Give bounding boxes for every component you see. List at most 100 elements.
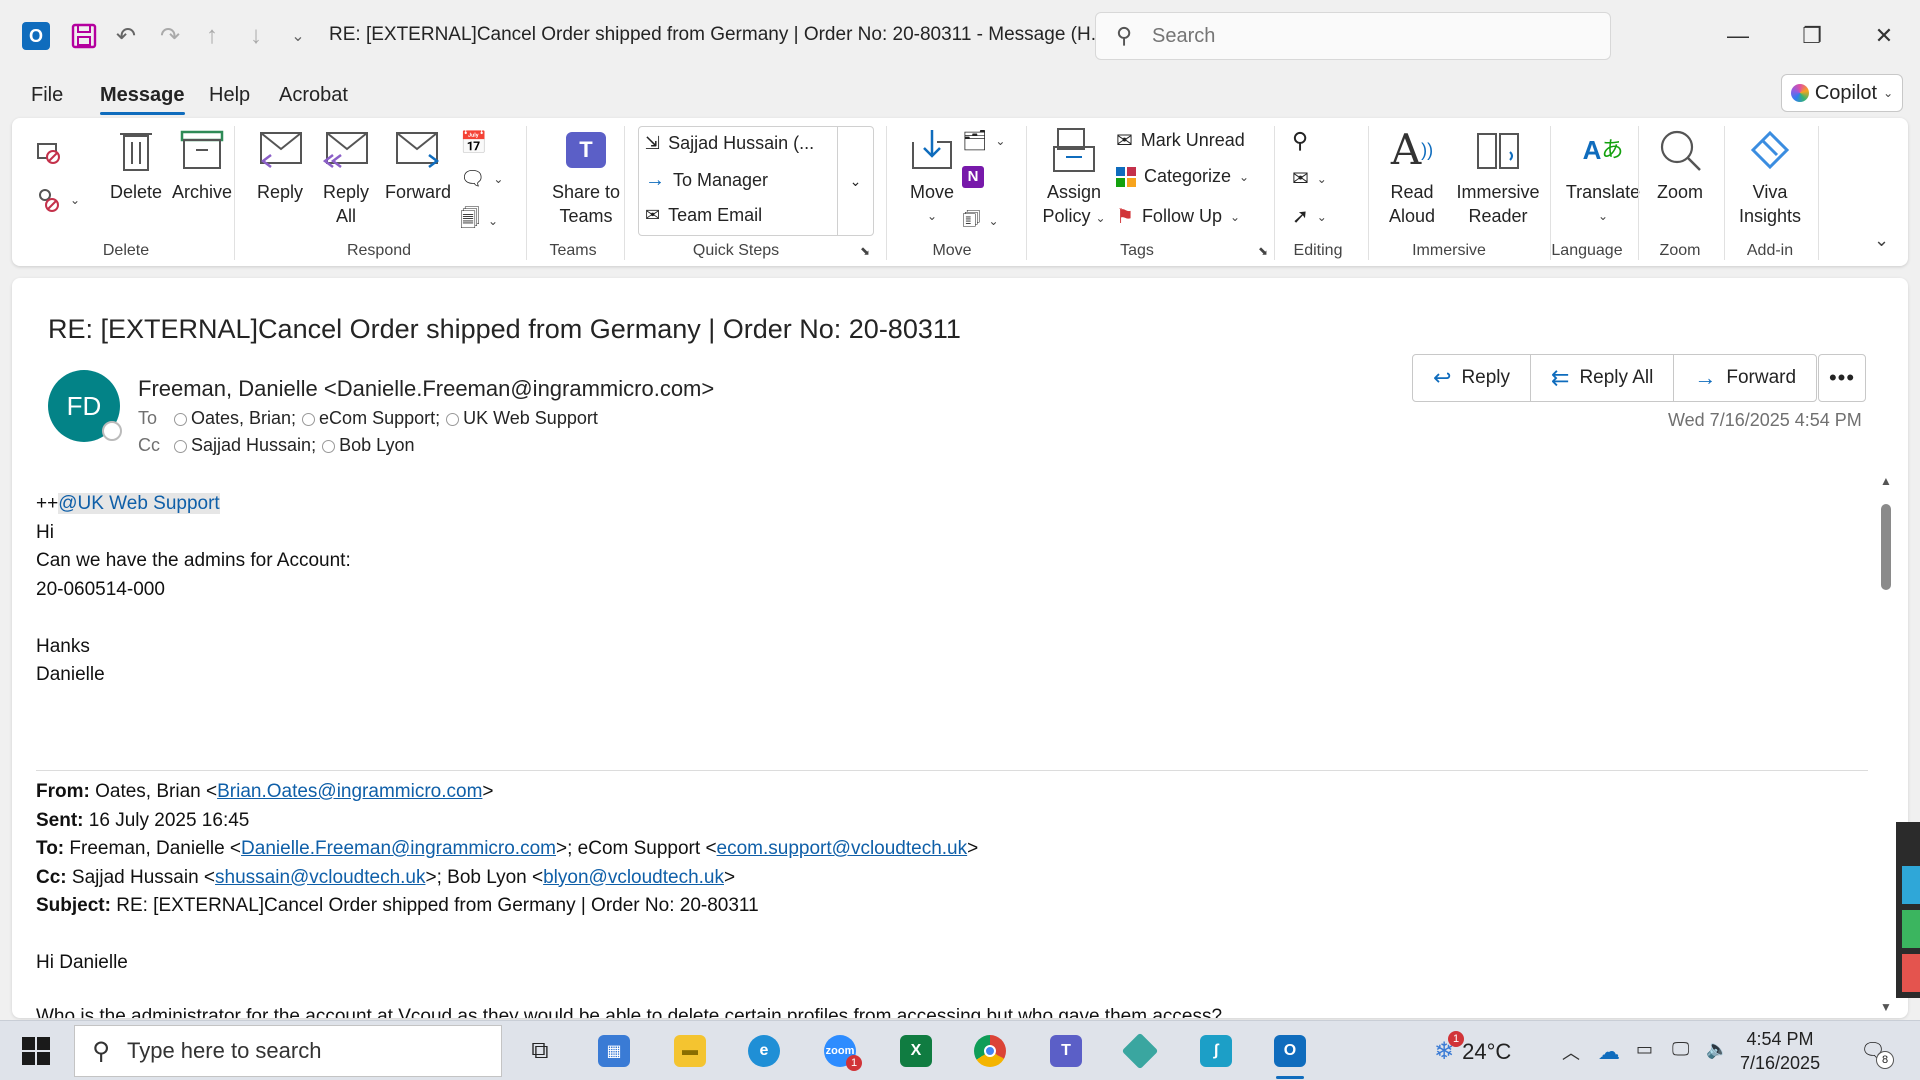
- mark-unread-button[interactable]: ✉ Mark Unread: [1116, 128, 1245, 153]
- share-teams-label-line1: Share to: [551, 182, 621, 202]
- rules-button[interactable]: 🗂 ⌄: [962, 128, 1005, 153]
- zoom-button[interactable]: Zoom: [1644, 126, 1716, 204]
- find-button[interactable]: ⚲: [1292, 128, 1308, 154]
- select-button[interactable]: ➚ ⌄: [1292, 204, 1327, 229]
- quick-step-team-email[interactable]: ✉ Team Email: [645, 205, 762, 226]
- close-button[interactable]: ✕: [1854, 16, 1914, 56]
- mention-tag[interactable]: @UK Web Support: [58, 493, 220, 514]
- notification-center-icon[interactable]: 🗨 8: [1858, 1035, 1894, 1069]
- more-respond-button[interactable]: 🗐 ⌄: [460, 204, 498, 238]
- reply-all-label: Reply All: [1579, 367, 1654, 388]
- dialog-launcher-icon[interactable]: ⬊: [860, 244, 870, 258]
- previous-item-icon[interactable]: ↑: [194, 18, 230, 54]
- block-sender-button[interactable]: ⌄: [34, 186, 80, 214]
- reply-all-button[interactable]: ⇇ Reply All: [1531, 355, 1675, 401]
- onedrive-icon[interactable]: ☁: [1598, 1039, 1620, 1065]
- archive-button[interactable]: Archive: [166, 126, 238, 204]
- reply-button[interactable]: ↩ Reply: [1413, 355, 1532, 401]
- ignore-icon: [37, 143, 60, 164]
- email-link[interactable]: ecom.support@vcloudtech.uk: [717, 838, 968, 859]
- show-hidden-icons-chevron-icon[interactable]: ︿: [1562, 1039, 1580, 1065]
- copilot-button[interactable]: Copilot ⌄: [1781, 74, 1903, 112]
- scroll-down-icon[interactable]: ▼: [1878, 1000, 1894, 1014]
- ignore-button[interactable]: [34, 138, 62, 166]
- follow-up-button[interactable]: ⚑ Follow Up ⌄: [1116, 204, 1240, 229]
- app-icon[interactable]: [1118, 1029, 1162, 1073]
- outlook-taskbar-icon[interactable]: O: [1268, 1029, 1312, 1079]
- tab-help[interactable]: Help: [209, 84, 250, 107]
- windows-start-button[interactable]: [14, 1033, 58, 1069]
- quick-step-sajjad[interactable]: ⇲ Sajjad Hussain (...: [645, 133, 814, 154]
- quick-step-to-manager[interactable]: → To Manager: [645, 169, 768, 192]
- redo-icon[interactable]: ↷: [152, 18, 188, 54]
- recipient[interactable]: UK Web Support: [446, 408, 598, 429]
- onenote-button[interactable]: N: [962, 166, 984, 188]
- edge-icon[interactable]: e: [742, 1029, 786, 1073]
- tab-acrobat[interactable]: Acrobat: [279, 84, 348, 107]
- email-link[interactable]: Brian.Oates@ingrammicro.com: [217, 781, 482, 802]
- assign-policy-button[interactable]: Assign Policy ⌄: [1034, 126, 1114, 230]
- translate-button[interactable]: Aあ Translate ⌄: [1558, 126, 1648, 228]
- volume-icon[interactable]: 🔈: [1706, 1039, 1728, 1060]
- reply-button[interactable]: Reply: [250, 126, 310, 204]
- sender-name[interactable]: Freeman, Danielle <Danielle.Freeman@ingr…: [138, 376, 714, 402]
- save-icon[interactable]: [66, 18, 102, 54]
- reply-all-button[interactable]: Reply All: [316, 126, 376, 228]
- app-icon[interactable]: ʃ: [1194, 1029, 1238, 1073]
- task-view-icon[interactable]: ⧉: [518, 1029, 562, 1073]
- forward-button[interactable]: Forward: [380, 126, 456, 204]
- meeting-reply-button[interactable]: 📅: [460, 130, 487, 156]
- move-to-folder-icon: [908, 126, 956, 174]
- email-link[interactable]: shussain@vcloudtech.uk: [215, 867, 425, 888]
- dialog-launcher-icon[interactable]: ⬊: [1258, 244, 1268, 258]
- clock-date: 7/16/2025: [1740, 1053, 1821, 1073]
- taskbar-clock[interactable]: 4:54 PM 7/16/2025: [1740, 1027, 1820, 1075]
- file-explorer-icon[interactable]: ▬: [668, 1029, 712, 1073]
- zoom-app-icon[interactable]: zoom 1: [818, 1029, 862, 1073]
- recipient[interactable]: Oates, Brian;: [174, 408, 296, 429]
- im-reply-button[interactable]: 🗨 ⌄: [460, 166, 503, 191]
- more-actions-button[interactable]: •••: [1818, 354, 1866, 402]
- ribbon-expand-chevron-icon[interactable]: ⌄: [1874, 230, 1889, 251]
- weather-widget[interactable]: ❄ 1 24°C: [1434, 1031, 1511, 1066]
- categorize-button[interactable]: Categorize ⌄: [1116, 166, 1249, 187]
- actions-button[interactable]: 🗊 ⌄: [962, 204, 999, 238]
- email-link[interactable]: Danielle.Freeman@ingrammicro.com: [241, 838, 556, 859]
- viva-insights-button[interactable]: Viva Insights: [1732, 126, 1808, 228]
- customize-toolbar-icon[interactable]: ⌄: [280, 18, 316, 54]
- tab-message[interactable]: Message: [100, 84, 185, 115]
- arrow-right-icon: →: [645, 169, 665, 191]
- network-icon[interactable]: 🖵: [1672, 1039, 1689, 1060]
- related-button[interactable]: ✉ ⌄: [1292, 166, 1327, 191]
- recipient[interactable]: Bob Lyon: [322, 435, 414, 456]
- forward-button[interactable]: → Forward: [1674, 355, 1816, 401]
- battery-icon[interactable]: ▭: [1636, 1039, 1653, 1060]
- calculator-icon[interactable]: ▦: [592, 1029, 636, 1073]
- recipient[interactable]: eCom Support;: [302, 408, 440, 429]
- excel-icon[interactable]: X: [894, 1029, 938, 1073]
- email-link[interactable]: blyon@vcloudtech.uk: [543, 867, 724, 888]
- search-box[interactable]: ⚲: [1095, 12, 1611, 60]
- restore-button[interactable]: ❐: [1782, 16, 1842, 56]
- immersive-reader-button[interactable]: Immersive Reader: [1448, 126, 1548, 228]
- scroll-up-icon[interactable]: ▲: [1878, 474, 1894, 488]
- vertical-scrollbar[interactable]: ▲ ▼: [1878, 474, 1894, 1014]
- quick-steps-expand-button[interactable]: ⌄: [837, 127, 873, 235]
- undo-icon[interactable]: ↶: [108, 18, 144, 54]
- side-panel-peek[interactable]: [1896, 822, 1920, 998]
- recipient[interactable]: Sajjad Hussain;: [174, 435, 316, 456]
- tab-file[interactable]: File: [31, 84, 63, 107]
- scrollbar-thumb[interactable]: [1881, 504, 1891, 590]
- taskbar-search[interactable]: ⚲ Type here to search: [74, 1025, 502, 1077]
- teams-icon[interactable]: T: [1044, 1029, 1088, 1073]
- quoted-sent: Sent: 16 July 2025 16:45: [36, 809, 250, 831]
- search-input[interactable]: [1152, 24, 1552, 48]
- next-item-icon[interactable]: ↓: [238, 18, 274, 54]
- minimize-button[interactable]: —: [1708, 16, 1768, 56]
- chevron-down-icon: ⌄: [995, 133, 1006, 148]
- chrome-icon[interactable]: [968, 1029, 1012, 1073]
- cc-label: Cc: [138, 435, 160, 455]
- read-aloud-button[interactable]: A)) Read Aloud: [1376, 126, 1448, 228]
- delete-button[interactable]: Delete: [100, 126, 172, 204]
- share-to-teams-button[interactable]: T Share to Teams: [536, 126, 636, 228]
